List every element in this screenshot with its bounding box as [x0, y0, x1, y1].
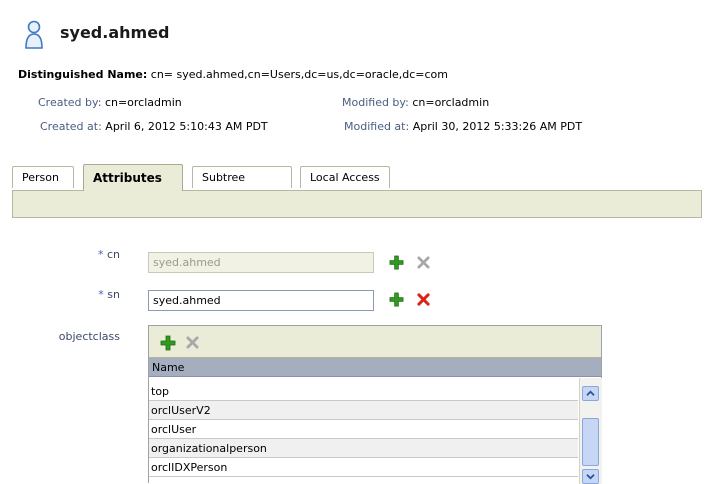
table-row[interactable]: orclUser [149, 420, 578, 439]
table-row[interactable]: organizationalperson [149, 439, 578, 458]
objectclass-toolbar [149, 326, 601, 358]
tab-person[interactable]: Person [12, 166, 74, 188]
tab-attributes[interactable]: Attributes [83, 164, 183, 191]
created-by-value: cn=orcladmin [104, 96, 182, 109]
tab-local-access[interactable]: Local Access [300, 166, 390, 188]
scroll-down-button[interactable] [582, 469, 599, 484]
required-marker: * [98, 288, 104, 301]
modified-at-value: April 30, 2012 5:33:26 AM PDT [412, 120, 583, 133]
plus-icon[interactable] [389, 255, 404, 270]
cn-label: * cn [0, 248, 120, 261]
sn-label: * sn [0, 288, 120, 301]
modified-by: Modified by: cn=orcladmin [342, 96, 489, 109]
tab-subtree-access[interactable]: Subtree Access [192, 166, 292, 206]
chevron-down-icon [586, 474, 595, 480]
created-by: Created by: cn=orcladmin [38, 96, 182, 109]
user-icon [25, 20, 43, 49]
x-icon [417, 256, 430, 269]
scroll-thumb[interactable] [582, 418, 599, 466]
modified-at: Modified at: April 30, 2012 5:33:26 AM P… [344, 120, 582, 133]
vertical-scrollbar[interactable] [579, 378, 602, 484]
distinguished-name: Distinguished Name: cn= syed.ahmed,cn=Us… [18, 68, 448, 81]
chevron-up-icon [586, 390, 595, 396]
created-at-label: Created at: [40, 120, 102, 133]
modified-at-label: Modified at: [344, 120, 410, 133]
table-row[interactable]: orclUserV2 [149, 401, 578, 420]
modified-by-value: cn=orcladmin [412, 96, 490, 109]
modified-by-label: Modified by: [342, 96, 409, 109]
tab-toolbar-band [12, 191, 702, 218]
plus-icon[interactable] [389, 292, 404, 307]
required-marker: * [97, 248, 104, 261]
created-at-value: April 6, 2012 5:10:43 AM PDT [105, 120, 268, 133]
tab-bar: Person Attributes Subtree Access Local A… [12, 164, 706, 206]
sn-label-text: sn [107, 288, 120, 301]
sn-field[interactable] [148, 290, 374, 311]
cn-field [148, 252, 374, 273]
dn-value: cn= syed.ahmed,cn=Users,dc=us,dc=oracle,… [150, 68, 449, 81]
dn-label: Distinguished Name: [18, 68, 148, 81]
created-by-label: Created by: [38, 96, 102, 109]
column-header-name[interactable]: Name [149, 358, 601, 377]
x-icon [186, 336, 199, 349]
table-row[interactable]: top [149, 382, 578, 401]
x-icon[interactable] [417, 293, 430, 306]
cn-label-text: cn [106, 248, 120, 261]
scroll-up-button[interactable] [582, 386, 599, 401]
plus-icon[interactable] [160, 335, 176, 351]
page-title: syed.ahmed [60, 23, 170, 42]
table-row[interactable]: orclIDXPerson [149, 458, 578, 477]
created-at: Created at: April 6, 2012 5:10:43 AM PDT [40, 120, 268, 133]
objectclass-list: top orclUserV2 orclUser organizationalpe… [149, 382, 578, 477]
objectclass-panel: Name top orclUserV2 orclUser organizatio… [148, 325, 602, 484]
objectclass-label: objectclass [58, 330, 120, 343]
